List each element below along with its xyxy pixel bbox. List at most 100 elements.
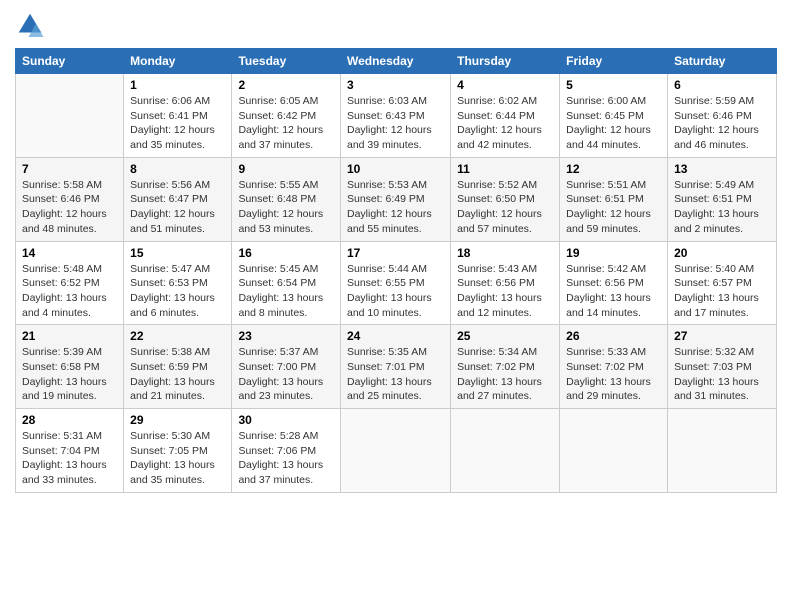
calendar-cell: 28Sunrise: 5:31 AMSunset: 7:04 PMDayligh… — [16, 409, 124, 493]
day-info: Sunrise: 6:03 AMSunset: 6:43 PMDaylight:… — [347, 94, 444, 153]
calendar-cell: 16 Sunrise: 5:45 AM Sunset: 6:54 PM Dayligh… — [232, 241, 341, 325]
daylight-text-line1: Daylight: 12 hours — [238, 124, 323, 136]
sunset-text: Sunset: 6:59 PM — [130, 361, 208, 373]
daylight-text-line1: Daylight: 12 hours — [347, 124, 432, 136]
weekday-header: Friday — [560, 49, 668, 74]
daylight-text-line1: Daylight: 12 hours — [457, 208, 542, 220]
day-info: Sunrise: 5:34 AMSunset: 7:02 PMDaylight:… — [457, 345, 553, 404]
daylight-text-line1: Daylight: 12 hours — [238, 208, 323, 220]
day-number: 11 — [457, 162, 553, 176]
day-info: Sunrise: 5:35 AMSunset: 7:01 PMDaylight:… — [347, 345, 444, 404]
daylight-text-line1: Daylight: 12 hours — [674, 124, 759, 136]
daylight-text-line2: and 12 minutes. — [457, 307, 532, 319]
daylight-text-line2: and 33 minutes. — [22, 474, 97, 486]
calendar-week-row: 14 Sunrise: 5:48 AMSunset: 6:52 PMDayligh… — [16, 241, 777, 325]
sunrise-text: Sunrise: 6:06 AM — [130, 95, 210, 107]
daylight-text-line1: Daylight: 13 hours — [238, 376, 323, 388]
day-info: Sunrise: 5:58 AMSunset: 6:46 PMDaylight:… — [22, 178, 117, 237]
day-number: 15 — [130, 246, 225, 260]
daylight-text-line2: and 4 minutes. — [22, 307, 91, 319]
calendar-cell: 22Sunrise: 5:38 AMSunset: 6:59 PMDayligh… — [124, 325, 232, 409]
day-info: Sunrise: 5:51 AMSunset: 6:51 PMDaylight:… — [566, 178, 661, 237]
calendar-cell: 3 Sunrise: 6:03 AMSunset: 6:43 PMDaylight… — [340, 74, 450, 158]
day-info: Sunrise: 5:30 AMSunset: 7:05 PMDaylight:… — [130, 429, 225, 488]
daylight-text-line2: and 57 minutes. — [457, 223, 532, 235]
calendar-cell: 18Sunrise: 5:43 AMSunset: 6:56 PMDayligh… — [451, 241, 560, 325]
calendar-cell: 13 Sunrise: 5:49 AMSunset: 6:51 PMDayligh… — [668, 157, 777, 241]
calendar-cell: 4Sunrise: 6:02 AMSunset: 6:44 PMDaylight… — [451, 74, 560, 158]
sunset-text: Sunset: 6:47 PM — [130, 193, 208, 205]
sunset-text: Sunset: 6:46 PM — [22, 193, 100, 205]
sunrise-text: Sunrise: 5:37 AM — [238, 346, 318, 358]
calendar-cell — [560, 409, 668, 493]
day-number: 3 — [347, 78, 444, 92]
sunrise-text: Sunrise: 5:47 AM — [130, 263, 210, 275]
day-number: 1 — [130, 78, 225, 92]
day-number: 18 — [457, 246, 553, 260]
day-number: 14 — [22, 246, 117, 260]
day-info: Sunrise: 6:05 AMSunset: 6:42 PMDaylight:… — [238, 94, 334, 153]
sunset-text: Sunset: 6:45 PM — [566, 110, 644, 122]
sunset-text: Sunset: 6:54 PM — [238, 277, 316, 289]
logo — [15, 10, 49, 40]
day-info: Sunrise: 5:28 AMSunset: 7:06 PMDaylight:… — [238, 429, 334, 488]
day-info: Sunrise: 5:45 AM Sunset: 6:54 PM Daylight:… — [238, 262, 334, 321]
sunset-text: Sunset: 6:58 PM — [22, 361, 100, 373]
daylight-text-line1: Daylight: 12 hours — [130, 208, 215, 220]
day-info: Sunrise: 5:40 AMSunset: 6:57 PMDaylight:… — [674, 262, 770, 321]
day-number: 22 — [130, 329, 225, 343]
daylight-text-line1: Daylight: 13 hours — [347, 376, 432, 388]
day-info: Sunrise: 5:31 AMSunset: 7:04 PMDaylight:… — [22, 429, 117, 488]
sunrise-text: Sunrise: 5:53 AM — [347, 179, 427, 191]
daylight-text-line2: and 51 minutes. — [130, 223, 205, 235]
calendar-cell: 12Sunrise: 5:51 AMSunset: 6:51 PMDayligh… — [560, 157, 668, 241]
sunset-text: Sunset: 6:49 PM — [347, 193, 425, 205]
sunrise-text: Sunrise: 6:05 AM — [238, 95, 318, 107]
daylight-text-line2: and 23 minutes. — [238, 390, 313, 402]
sunrise-text: Sunrise: 5:34 AM — [457, 346, 537, 358]
sunset-text: Sunset: 6:51 PM — [566, 193, 644, 205]
sunset-text: Sunset: 6:53 PM — [130, 277, 208, 289]
calendar-cell — [340, 409, 450, 493]
sunset-text: Sunset: 6:44 PM — [457, 110, 535, 122]
daylight-text-line2: and 8 minutes. — [238, 307, 307, 319]
sunrise-text: Sunrise: 5:51 AM — [566, 179, 646, 191]
daylight-text-line2: and 35 minutes. — [130, 139, 205, 151]
calendar-cell: 14 Sunrise: 5:48 AMSunset: 6:52 PMDayligh… — [16, 241, 124, 325]
day-info: Sunrise: 5:44 AMSunset: 6:55 PMDaylight:… — [347, 262, 444, 321]
sunrise-text: Sunrise: 5:28 AM — [238, 430, 318, 442]
sunset-text: Sunset: 6:51 PM — [674, 193, 752, 205]
day-info: Sunrise: 5:48 AMSunset: 6:52 PMDaylight:… — [22, 262, 117, 321]
sunrise-text: Sunrise: 5:32 AM — [674, 346, 754, 358]
daylight-text-line1: Daylight: 12 hours — [130, 124, 215, 136]
sunset-text: Sunset: 7:03 PM — [674, 361, 752, 373]
calendar-cell: 25Sunrise: 5:34 AMSunset: 7:02 PMDayligh… — [451, 325, 560, 409]
day-info: Sunrise: 5:49 AMSunset: 6:51 PMDaylight:… — [674, 178, 770, 237]
sunrise-text: Sunrise: 6:02 AM — [457, 95, 537, 107]
day-number: 13 — [674, 162, 770, 176]
daylight-text-line2: and 19 minutes. — [22, 390, 97, 402]
sunrise-text: Sunrise: 5:39 AM — [22, 346, 102, 358]
calendar-cell — [16, 74, 124, 158]
sunset-text: Sunset: 6:46 PM — [674, 110, 752, 122]
daylight-text-line2: and 6 minutes. — [130, 307, 199, 319]
day-number: 23 — [238, 329, 334, 343]
daylight-text-line2: and 55 minutes. — [347, 223, 422, 235]
calendar-cell — [668, 409, 777, 493]
weekday-header: Wednesday — [340, 49, 450, 74]
sunset-text: Sunset: 7:02 PM — [457, 361, 535, 373]
sunrise-text: Sunrise: 5:33 AM — [566, 346, 646, 358]
sunrise-text: Sunrise: 5:45 AM — [238, 263, 318, 275]
calendar-cell: 5Sunrise: 6:00 AMSunset: 6:45 PMDaylight… — [560, 74, 668, 158]
day-info: Sunrise: 5:39 AMSunset: 6:58 PMDaylight:… — [22, 345, 117, 404]
daylight-text-line1: Daylight: 13 hours — [238, 292, 323, 304]
day-number: 16 — [238, 246, 334, 260]
day-number: 4 — [457, 78, 553, 92]
calendar-week-row: 7Sunrise: 5:58 AMSunset: 6:46 PMDaylight… — [16, 157, 777, 241]
daylight-text-line1: Daylight: 13 hours — [130, 459, 215, 471]
sunset-text: Sunset: 6:55 PM — [347, 277, 425, 289]
calendar-cell: 9Sunrise: 5:55 AMSunset: 6:48 PMDaylight… — [232, 157, 341, 241]
day-number: 12 — [566, 162, 661, 176]
daylight-text-line2: and 35 minutes. — [130, 474, 205, 486]
sunrise-text: Sunrise: 5:31 AM — [22, 430, 102, 442]
